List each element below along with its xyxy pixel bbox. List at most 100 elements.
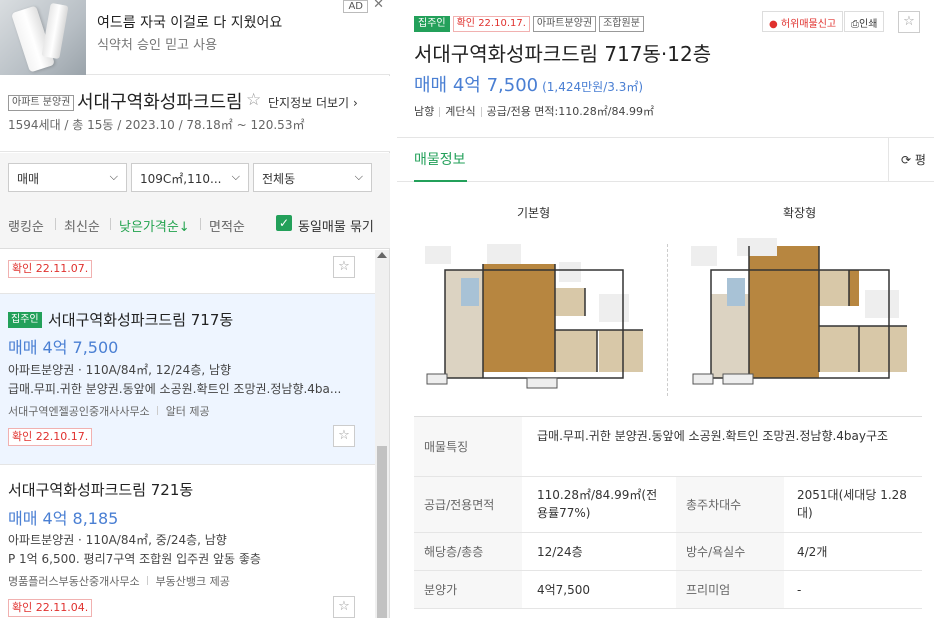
confirm-date-badge: 확인 22.11.04.	[8, 599, 93, 617]
star-icon[interactable]: ☆	[246, 90, 261, 110]
table-cell: 110.28㎡/84.99㎡(전용률77%)	[537, 488, 658, 520]
print-label: 인쇄	[859, 19, 878, 30]
pyeong-toggle-button[interactable]: ⟳ 평	[888, 138, 934, 181]
detail-panel: 집주인 확인 22.10.17. 아파트분양권 조합원분 ● 허위매물신고 ⎙인쇄 ☆…	[397, 0, 934, 618]
print-icon: ⎙	[851, 19, 859, 30]
table-cell: -	[797, 583, 802, 597]
table-cell: 4억7,500	[537, 583, 591, 597]
listing-title[interactable]: 서대구역화성파크드림 717동	[48, 309, 233, 330]
list-scrollbar[interactable]	[375, 250, 389, 618]
listing-price: 매매 4억 8,185	[8, 509, 119, 528]
table-header-cell: 프리미엄	[676, 571, 784, 608]
print-button[interactable]: ⎙인쇄	[844, 11, 885, 32]
trade-type-select[interactable]: 매매 ⌵	[8, 163, 127, 192]
sort-area[interactable]: 면적순	[209, 216, 245, 235]
favorite-star-icon[interactable]: ☆	[333, 425, 355, 447]
building-value: 전체동	[262, 172, 296, 186]
structure: 계단식	[445, 105, 476, 118]
report-label: 허위매물신고	[780, 19, 837, 30]
ad-badge: AD	[343, 0, 368, 13]
ad-banner[interactable]: 여드름 자국 이걸로 다 지웠어요 식약처 승인 믿고 사용 AD ✕	[0, 0, 390, 75]
listing-info-table: 매물특징 급매.무피.귀한 분양권.동앞에 소공원.확트인 조망권.정남향.4b…	[414, 416, 922, 609]
complex-name: 서대구역화성파크드림	[77, 92, 243, 113]
scroll-up-arrow-icon[interactable]	[377, 252, 387, 258]
tab-listing-info[interactable]: 매물정보	[414, 149, 466, 169]
owner-badge: 집주인	[8, 312, 42, 328]
table-header-cell: 총주차대수	[676, 477, 784, 532]
ad-image[interactable]	[0, 0, 86, 75]
filter-bar: 매매 ⌵ 109C㎡,110... ⌵ 전체동 ⌵ 랭킹순 최신순 낮은가격순↓…	[0, 153, 390, 249]
detail-summary: 남향 계단식 공급/전용 면적:110.28㎡/84.99㎡	[414, 103, 654, 119]
table-row: 분양가 4억7,500 프리미엄 -	[414, 571, 922, 609]
table-header-cell: 분양가	[414, 571, 522, 608]
confirm-date-badge: 확인 22.10.17.	[8, 428, 93, 446]
same-listing-checkbox[interactable]: ✓	[276, 215, 292, 231]
report-fake-listing-button[interactable]: ● 허위매물신고	[762, 11, 844, 32]
favorite-star-icon[interactable]: ☆	[333, 596, 355, 618]
detail-price: 매매 4억 7,500 (1,424만원/3.3㎡)	[414, 71, 643, 97]
confirm-date-badge: 확인 22.10.17.	[452, 16, 530, 32]
detail-price-value: 매매 4억 7,500	[414, 75, 539, 96]
table-header-cell: 공급/전용면적	[414, 477, 522, 532]
sort-ranking[interactable]: 랭킹순	[8, 216, 44, 235]
property-type-tag: 아파트분양권	[532, 16, 597, 32]
favorite-star-icon[interactable]: ☆	[333, 256, 355, 278]
list-item-selected[interactable]: 집주인 서대구역화성파크드림 717동 매매 4억 7,500 아파트분양권 ·…	[0, 294, 375, 464]
floorplan-extended-image[interactable]	[689, 234, 913, 396]
table-cell: 2051대(세대당 1.28대)	[797, 488, 907, 520]
owner-badge: 집주인	[414, 16, 450, 32]
provider-name: 알터 제공	[165, 405, 210, 418]
detail-title: 서대구역화성파크드림 717동·12층	[414, 42, 712, 66]
table-header-cell: 방수/욕실수	[676, 533, 784, 570]
complex-type-tag: 아파트 분양권	[8, 95, 75, 111]
same-listing-label[interactable]: 동일매물 묶기	[298, 216, 374, 235]
complex-info-more-label: 단지정보 더보기	[268, 96, 350, 110]
listing-panel: 여드름 자국 이걸로 다 지웠어요 식약처 승인 믿고 사용 AD ✕ 아파트 …	[0, 0, 390, 618]
floorplan-basic-label: 기본형	[517, 206, 551, 220]
sort-latest[interactable]: 최신순	[64, 216, 100, 235]
chevron-down-icon: ⌵	[109, 170, 118, 183]
listing-price: 매매 4억 7,500	[8, 338, 119, 357]
detail-tags: 집주인 확인 22.10.17. 아파트분양권 조합원분	[414, 11, 647, 32]
chevron-down-icon: ⌵	[354, 170, 363, 183]
ad-title[interactable]: 여드름 자국 이걸로 다 지웠어요	[97, 12, 282, 32]
listing-list: 확인 22.11.07. ☆ 집주인 서대구역화성파크드림 717동 매매 4억…	[0, 250, 375, 618]
provider-name: 부동산뱅크 제공	[155, 575, 230, 588]
area-info: 공급/전용 면적:110.28㎡/84.99㎡	[486, 105, 654, 118]
list-item[interactable]: 확인 22.11.07. ☆	[0, 250, 375, 294]
listing-description: 급매.무피.귀한 분양권.동앞에 소공원.확트인 조망권.정남향.4ba...	[8, 382, 342, 396]
floorplan-basic-image[interactable]	[423, 234, 647, 396]
table-row: 공급/전용면적 110.28㎡/84.99㎡(전용률77%) 총주차대수 205…	[414, 477, 922, 533]
complex-header: 아파트 분양권 서대구역화성파크드림 ☆ 단지정보 더보기 › 1594세대 /…	[0, 76, 390, 152]
listing-description: P 1억 6,500. 평리7구역 조합원 입주권 앞동 좋층	[8, 552, 261, 566]
floorplan-extended-label: 확장형	[783, 206, 817, 220]
listing-agent: 서대구역엔젤공인중개사사무소 알터 제공	[8, 403, 210, 419]
listing-title[interactable]: 서대구역화성파크드림 721동	[8, 479, 193, 500]
siren-icon: ●	[769, 19, 778, 30]
building-select[interactable]: 전체동 ⌵	[253, 163, 372, 192]
agent-name: 서대구역엔젤공인중개사사무소	[8, 405, 150, 418]
table-cell: 4/2개	[797, 545, 828, 559]
direction: 남향	[414, 105, 435, 118]
list-item[interactable]: 서대구역화성파크드림 721동 매매 4억 8,185 아파트분양권 · 110…	[0, 465, 375, 618]
checkmark-icon: ✓	[278, 216, 290, 230]
area-value: 109C㎡,110...	[140, 172, 222, 186]
table-header-cell: 해당층/총층	[414, 533, 522, 570]
listing-spec: 아파트분양권 · 110A/84㎡, 12/24층, 남향	[8, 363, 232, 377]
scroll-thumb[interactable]	[377, 446, 387, 618]
chevron-down-icon: ⌵	[231, 170, 240, 183]
favorite-star-icon[interactable]: ☆	[898, 11, 920, 33]
table-row: 매물특징 급매.무피.귀한 분양권.동앞에 소공원.확트인 조망권.정남향.4b…	[414, 417, 922, 477]
member-share-tag: 조합원분	[599, 16, 644, 32]
listing-spec: 아파트분양권 · 110A/84㎡, 중/24층, 남향	[8, 533, 227, 547]
chevron-right-icon: ›	[352, 96, 358, 110]
ad-subtitle[interactable]: 식약처 승인 믿고 사용	[97, 34, 217, 53]
app-root: 여드름 자국 이걸로 다 지웠어요 식약처 승인 믿고 사용 AD ✕ 아파트 …	[0, 0, 934, 618]
table-cell: 12/24층	[537, 545, 583, 559]
area-select[interactable]: 109C㎡,110... ⌵	[131, 163, 249, 192]
complex-info-more-link[interactable]: 단지정보 더보기 ›	[268, 94, 358, 111]
sort-low-price[interactable]: 낮은가격순↓	[119, 216, 190, 235]
trade-type-value: 매매	[17, 172, 40, 186]
ad-close-icon[interactable]: ✕	[373, 0, 384, 11]
refresh-icon: ⟳	[901, 153, 912, 167]
